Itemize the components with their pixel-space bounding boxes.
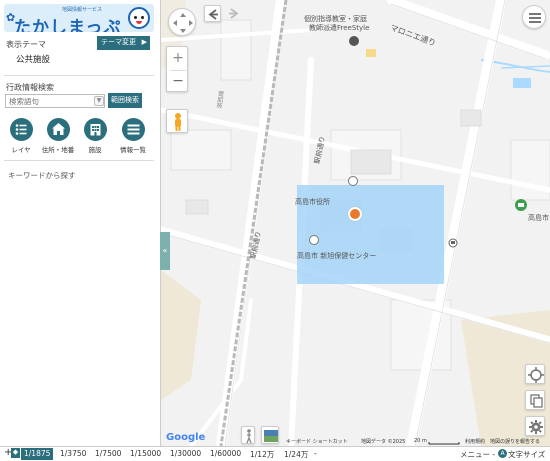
mascot-icon [128, 7, 150, 29]
divider [4, 160, 154, 161]
location-marker-icon[interactable] [348, 207, 362, 221]
menu-button[interactable] [522, 5, 546, 29]
chevron-down-icon[interactable]: ▼ [94, 96, 104, 106]
tool-facility[interactable]: 施設 [77, 118, 113, 154]
house-icon [46, 118, 70, 141]
scale-marker-icon: ◆ [11, 448, 20, 458]
gear-icon [529, 420, 543, 434]
city-hall-poi-icon[interactable] [348, 176, 358, 186]
scale-option[interactable]: 1/12万 [250, 449, 274, 460]
map-graphics [161, 0, 550, 446]
play-icon: ▶ [141, 39, 147, 46]
tool-label: レイヤ [11, 146, 31, 154]
settings-button[interactable] [525, 416, 545, 436]
crosshair-icon [528, 367, 544, 383]
scale-option[interactable]: 1/3750 [60, 449, 86, 458]
hamburger-menu-icon [529, 13, 541, 23]
text-size-icon: A [498, 449, 507, 458]
tool-label: 情報一覧 [120, 146, 146, 154]
pan-control[interactable] [168, 8, 196, 36]
list-icon [121, 118, 145, 141]
copy-icon [530, 394, 543, 408]
keyboard-shortcuts-link[interactable]: キーボード ショートカット [286, 438, 348, 445]
terms-link[interactable]: 利用規約 [465, 438, 485, 445]
left-panel: ✿ 地図情報サービス たかしまっぷ 表示テーマ テーマ変更 ▶ 公共施設 行政情… [0, 0, 161, 446]
google-logo-text: Google [166, 432, 206, 443]
poi-label-takashima[interactable]: 高島市 [528, 213, 549, 223]
google-logo[interactable]: Google [166, 432, 205, 443]
logo-title: たかしまっぷ [14, 18, 122, 32]
tool-label: 住所・地番 [41, 146, 75, 154]
theme-change-button[interactable]: テーマ変更 ▶ [97, 36, 150, 50]
poi-label-city-hall[interactable]: 高島市役所 [295, 197, 330, 207]
layer-list-icon [9, 118, 33, 141]
text-size-button[interactable]: 文字サイズ [508, 449, 545, 460]
zoom-out-minus[interactable]: - [314, 449, 317, 458]
theme-change-label: テーマ変更 [101, 39, 136, 46]
school-poi-icon[interactable] [349, 36, 359, 46]
forward-button[interactable] [225, 5, 242, 22]
theme-value: 公共施設 [16, 55, 51, 65]
zoom-out-button[interactable]: − [167, 70, 189, 93]
map-canvas[interactable]: 個別指導教室・家庭 教師派遣FreeStyle マロニエ通り 高島市役所 高島市… [161, 0, 550, 446]
aerial-view-button[interactable] [261, 426, 279, 444]
scale-label: 20 m [414, 438, 427, 444]
current-location-button[interactable] [525, 364, 545, 384]
flower-icon: ✿ [6, 11, 16, 24]
back-button[interactable] [204, 5, 221, 22]
scale-option[interactable]: 1/60000 [210, 449, 241, 458]
tool-address[interactable]: 住所・地番 [40, 118, 76, 154]
copy-button[interactable] [525, 390, 545, 410]
building-icon [83, 118, 107, 141]
walk-icon [246, 429, 252, 444]
satellite-icon [264, 430, 278, 442]
map-data-credit: 地図データ ©2025 [361, 439, 406, 445]
scale-option-active[interactable]: 1/1875 [21, 448, 54, 460]
walking-mode-button[interactable] [241, 426, 255, 444]
tool-layer[interactable]: レイヤ [3, 118, 39, 154]
search-input[interactable] [5, 94, 105, 108]
health-center-poi-icon[interactable] [309, 235, 319, 245]
street-view-button[interactable] [166, 109, 188, 133]
search-label: 行政情報検索 [6, 83, 54, 92]
scale-bar: + ◆ 1/1875 1/3750 1/7500 1/15000 1/30000… [0, 446, 550, 461]
tool-label: 施設 [88, 146, 102, 154]
divider [4, 75, 154, 76]
range-search-button[interactable]: 範囲検索 [108, 93, 142, 108]
zoom-control: + − [166, 46, 188, 92]
scale-option[interactable]: 1/24万 [284, 449, 308, 460]
poi-label-school-2[interactable]: 教師派遣FreeStyle [309, 23, 369, 33]
menu-toggle[interactable]: メニュー - [460, 449, 495, 460]
building-marker [366, 49, 376, 57]
scale-option[interactable]: 1/15000 [130, 449, 161, 458]
app-logo[interactable]: ✿ 地図情報サービス たかしまっぷ [4, 4, 154, 32]
collapse-panel-tab[interactable]: « [160, 232, 170, 270]
scale-option[interactable]: 1/30000 [170, 449, 201, 458]
pegman-icon [175, 113, 181, 131]
keyword-search-hint[interactable]: キーワードから探す [8, 170, 76, 181]
zoom-in-button[interactable]: + [167, 47, 189, 70]
scale-option[interactable]: 1/7500 [95, 449, 121, 458]
poi-label-health-center[interactable]: 高島市 新旭保健センター [297, 251, 376, 261]
logo-subtitle: 地図情報サービス [62, 7, 103, 13]
theme-label: 表示テーマ [6, 40, 46, 49]
report-error-link[interactable]: 地図の誤りを報告する [490, 438, 540, 445]
tool-info-list[interactable]: 情報一覧 [115, 118, 151, 154]
arrow-right-icon [229, 8, 239, 19]
compass-icon [173, 13, 193, 33]
arrow-left-icon [208, 9, 218, 20]
